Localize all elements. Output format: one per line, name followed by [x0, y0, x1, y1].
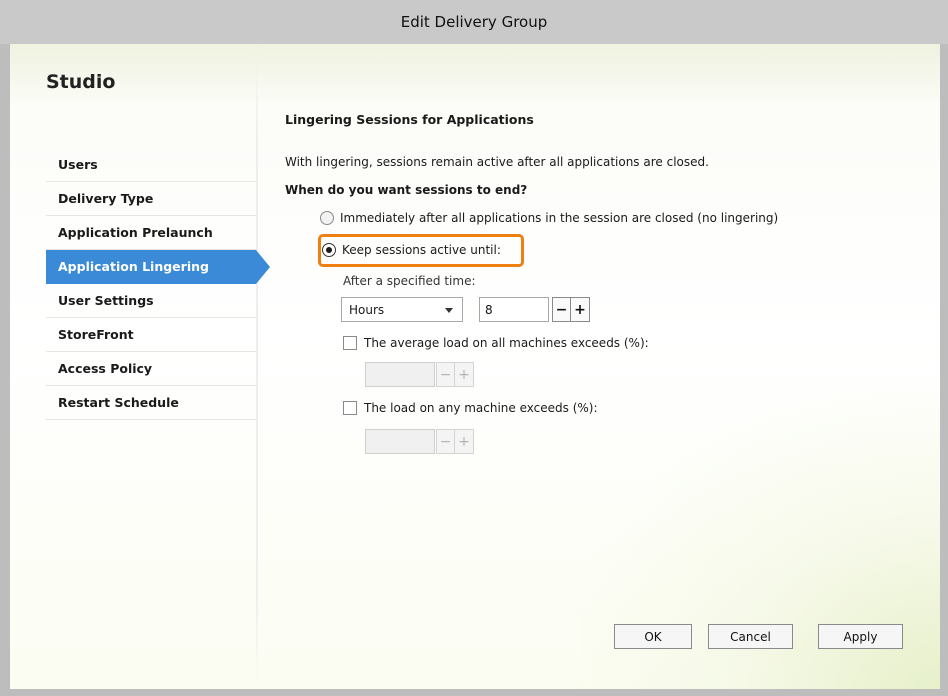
average-load-decrement-button[interactable]: − [436, 362, 455, 387]
any-machine-load-input[interactable] [365, 429, 435, 454]
sidebar-item-storefront[interactable]: StoreFront [46, 318, 256, 352]
average-load-checkbox[interactable] [343, 336, 357, 350]
time-decrement-button[interactable]: − [552, 297, 571, 322]
time-increment-button[interactable]: + [571, 297, 590, 322]
time-value-input[interactable] [479, 297, 549, 322]
chevron-down-icon [445, 308, 453, 313]
average-load-checkbox-row[interactable]: The average load on all machines exceeds… [343, 336, 649, 350]
sidebar-divider [256, 44, 258, 689]
studio-brand: Studio [46, 71, 116, 93]
sidebar-item-application-prelaunch[interactable]: Application Prelaunch [46, 216, 256, 250]
any-machine-load-stepper: − + [436, 429, 474, 454]
background-glow-top [10, 44, 940, 104]
sidebar-item-access-policy[interactable]: Access Policy [46, 352, 256, 386]
radio-immediately[interactable]: Immediately after all applications in th… [320, 211, 778, 225]
any-machine-load-label: The load on any machine exceeds (%): [364, 401, 598, 415]
radio-immediately-indicator[interactable] [320, 211, 334, 225]
window-title: Edit Delivery Group [0, 0, 948, 44]
time-unit-dropdown[interactable]: Hours [341, 297, 463, 322]
sidebar-item-delivery-type[interactable]: Delivery Type [46, 182, 256, 216]
any-machine-load-checkbox-row[interactable]: The load on any machine exceeds (%): [343, 401, 598, 415]
page-heading: Lingering Sessions for Applications [285, 112, 534, 127]
sidebar-item-application-lingering[interactable]: Application Lingering [46, 250, 270, 284]
time-value-stepper: − + [552, 297, 590, 322]
average-load-increment-button[interactable]: + [455, 362, 474, 387]
radio-keep-active-indicator[interactable] [322, 243, 336, 257]
time-unit-selected: Hours [349, 302, 385, 317]
average-load-input[interactable] [365, 362, 435, 387]
radio-immediately-label: Immediately after all applications in th… [340, 211, 779, 225]
average-load-label: The average load on all machines exceeds… [364, 336, 649, 350]
question-label: When do you want sessions to end? [285, 183, 528, 197]
edit-delivery-group-window: Edit Delivery Group Studio Users Deliver… [0, 0, 948, 696]
average-load-stepper: − + [436, 362, 474, 387]
page-description: With lingering, sessions remain active a… [285, 155, 709, 169]
any-machine-load-checkbox[interactable] [343, 401, 357, 415]
sidebar-nav: Users Delivery Type Application Prelaunc… [46, 148, 270, 420]
specified-time-label: After a specified time: [343, 274, 476, 288]
sidebar-item-restart-schedule[interactable]: Restart Schedule [46, 386, 256, 420]
cancel-button[interactable]: Cancel [708, 624, 793, 649]
any-machine-load-increment-button[interactable]: + [455, 429, 474, 454]
sidebar-item-user-settings[interactable]: User Settings [46, 284, 256, 318]
radio-keep-active-label: Keep sessions active until: [342, 243, 501, 257]
ok-button[interactable]: OK [614, 624, 692, 649]
apply-button[interactable]: Apply [818, 624, 903, 649]
radio-keep-active[interactable]: Keep sessions active until: [322, 243, 501, 257]
sidebar-item-users[interactable]: Users [46, 148, 256, 182]
any-machine-load-decrement-button[interactable]: − [436, 429, 455, 454]
